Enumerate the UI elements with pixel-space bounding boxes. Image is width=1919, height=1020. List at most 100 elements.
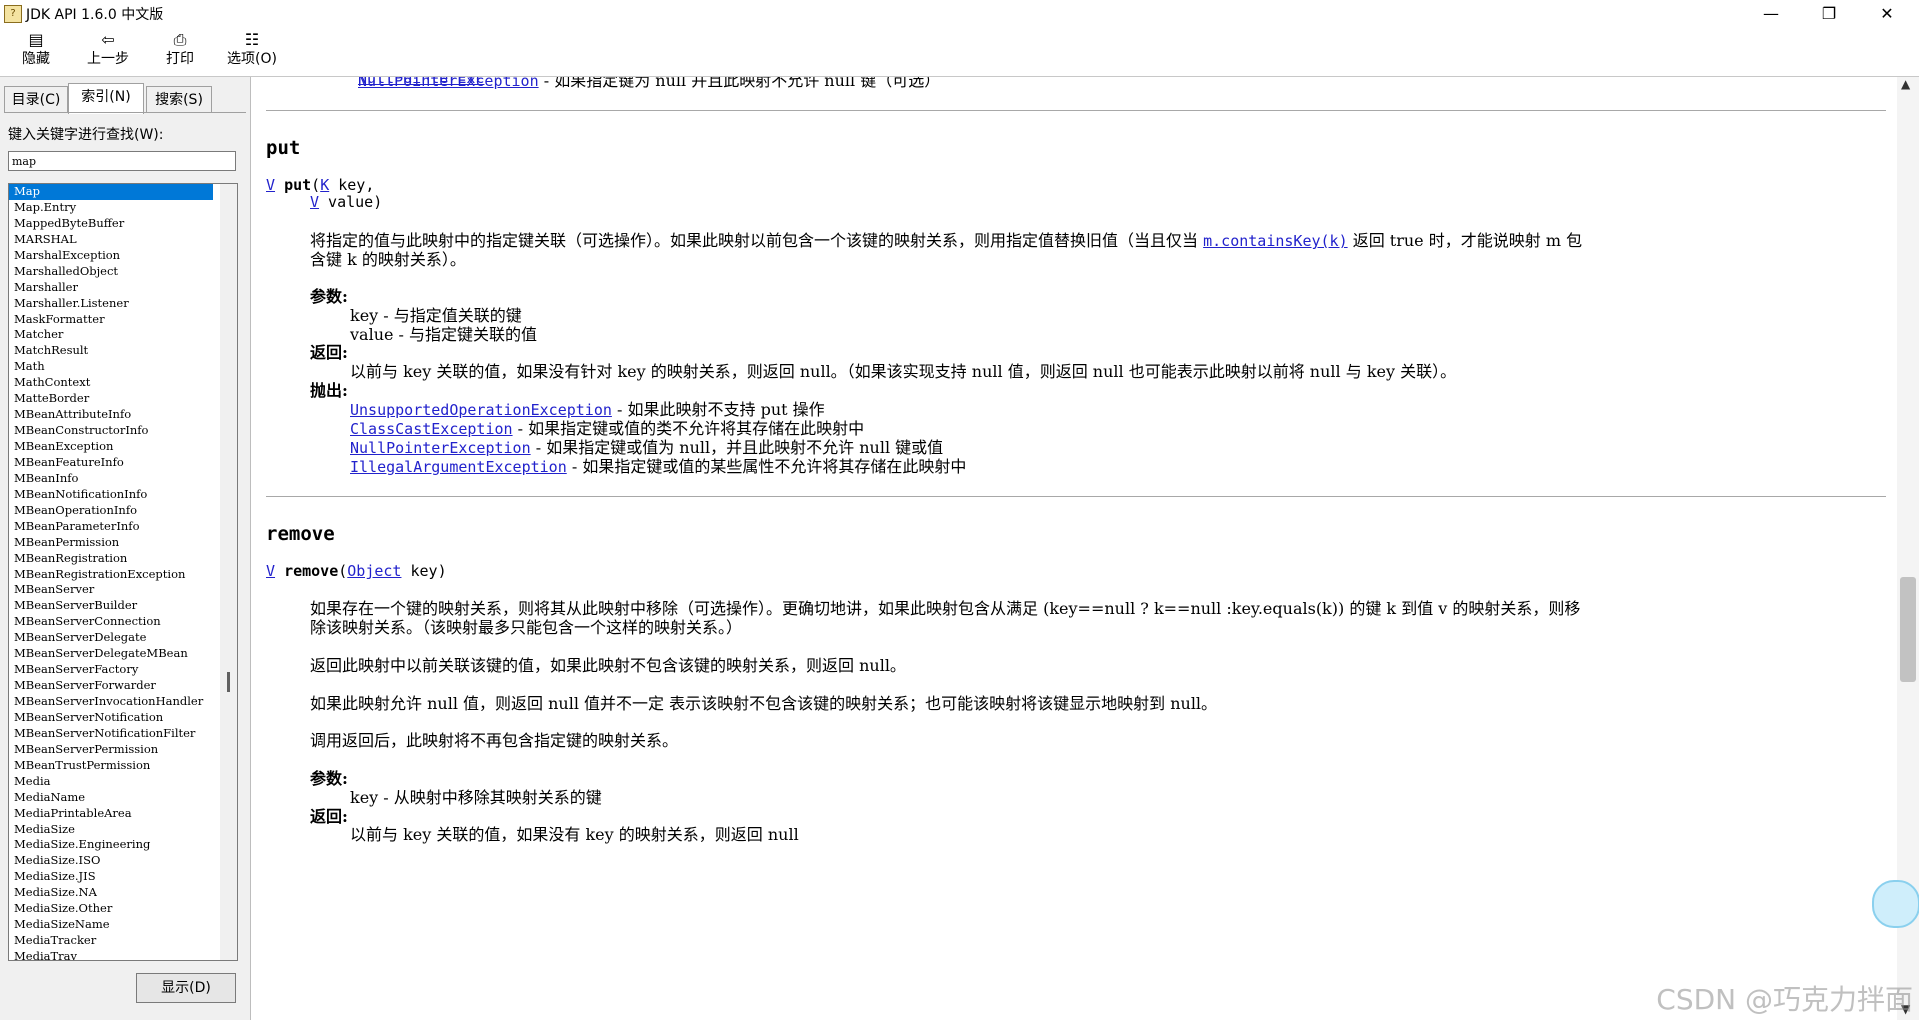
- index-list-item[interactable]: MBeanServer: [9, 582, 237, 598]
- index-list-item[interactable]: MaskFormatter: [9, 312, 237, 328]
- chat-assistant-icon[interactable]: [1872, 880, 1919, 928]
- index-list-item[interactable]: MBeanParameterInfo: [9, 519, 237, 535]
- help-book-icon: ?: [4, 5, 22, 23]
- index-list[interactable]: Map Map.Entry MappedByteBuffer MARSHAL Marsh…: [8, 183, 238, 961]
- scroll-up-icon[interactable]: ▲: [1901, 77, 1910, 91]
- index-list-item[interactable]: MBeanServerBuilder: [9, 598, 237, 614]
- index-list-item[interactable]: MarshalException: [9, 248, 237, 264]
- toolbar: ▤ 隐藏 ⇦ 上一步 ⎙ 打印 ☷ 选项(O): [0, 28, 1919, 77]
- index-list-item[interactable]: MBeanServerDelegateMBean: [9, 646, 237, 662]
- index-list-item[interactable]: Media: [9, 774, 237, 790]
- index-list-item[interactable]: MBeanNotificationInfo: [9, 487, 237, 503]
- printer-icon: ⎙: [173, 30, 187, 49]
- put-throws-label: 抛出:: [310, 381, 348, 400]
- index-list-item[interactable]: Marshaller: [9, 280, 237, 296]
- index-list-item[interactable]: MBeanRegistration: [9, 551, 237, 567]
- index-list-item[interactable]: MBeanFeatureInfo: [9, 455, 237, 471]
- minimize-icon[interactable]: —: [1742, 0, 1800, 28]
- put-signature-1: V put(K key,: [266, 176, 375, 194]
- index-list-item[interactable]: MBeanServerForwarder: [9, 678, 237, 694]
- index-list-item[interactable]: MathContext: [9, 375, 237, 391]
- index-list-item[interactable]: MBeanTrustPermission: [9, 758, 237, 774]
- index-list-item[interactable]: MediaSize: [9, 822, 237, 838]
- index-list-item[interactable]: MediaName: [9, 790, 237, 806]
- link-type-v[interactable]: V: [266, 176, 275, 194]
- index-list-item[interactable]: Marshaller.Listener: [9, 296, 237, 312]
- back-button[interactable]: ⇦ 上一步: [80, 30, 136, 68]
- put-description-line1: 将指定的值与此映射中的指定键关联（可选操作）。如果此映射以前包含一个该键的映射关…: [310, 231, 1583, 250]
- index-list-item[interactable]: MappedByteBuffer: [9, 216, 237, 232]
- index-list-item[interactable]: MBeanInfo: [9, 471, 237, 487]
- window-title: JDK API 1.6.0 中文版: [26, 7, 164, 23]
- navigation-pane: 目录(C) 索引(N) 搜索(S) 键入关键字进行查找(W): map Map M…: [0, 77, 251, 1020]
- put-heading: put: [266, 137, 301, 159]
- link-illegalargumentexception[interactable]: IllegalArgumentException: [350, 458, 567, 476]
- index-list-item[interactable]: MediaSize.NA: [9, 885, 237, 901]
- index-list-item[interactable]: MediaTracker: [9, 933, 237, 949]
- index-list-item[interactable]: MatteBorder: [9, 391, 237, 407]
- index-list-item[interactable]: MBeanServerNotification: [9, 710, 237, 726]
- keyword-input[interactable]: map: [8, 151, 236, 171]
- index-list-item[interactable]: MBeanServerConnection: [9, 614, 237, 630]
- tab-index[interactable]: 索引(N): [68, 83, 144, 114]
- content-scrollbar[interactable]: ▲ ▼: [1897, 77, 1919, 1020]
- index-list-item[interactable]: MediaTray: [9, 949, 237, 960]
- put-throws-4: IllegalArgumentException - 如果指定键或值的某些属性不…: [350, 457, 967, 476]
- index-list-item[interactable]: MatchResult: [9, 343, 237, 359]
- index-list-item[interactable]: MediaPrintableArea: [9, 806, 237, 822]
- link-type-v3[interactable]: V: [266, 562, 275, 580]
- tab-divider: [4, 112, 246, 113]
- index-list-item[interactable]: MediaSize.Engineering: [9, 837, 237, 853]
- remove-returns-text: 以前与 key 关联的值，如果没有 key 的映射关系，则返回 null: [350, 825, 799, 844]
- index-list-item[interactable]: MBeanAttributeInfo: [9, 407, 237, 423]
- index-list-item[interactable]: MBeanServerNotificationFilter: [9, 726, 237, 742]
- put-signature-2: V value): [310, 193, 383, 211]
- hide-button[interactable]: ▤ 隐藏: [16, 30, 56, 68]
- index-list-item[interactable]: MBeanServerFactory: [9, 662, 237, 678]
- index-scroll-thumb[interactable]: [227, 672, 230, 692]
- link-top-npe[interactable]: NullPointerException: [358, 77, 539, 90]
- options-button[interactable]: ☷ 选项(O): [224, 30, 280, 68]
- index-list-item[interactable]: MBeanRegistrationException: [9, 567, 237, 583]
- options-icon: ☷: [244, 30, 260, 49]
- remove-desc-line2: 除该映射关系。（该映射最多只能包含一个这样的映射关系。）: [310, 618, 743, 637]
- back-arrow-icon: ⇦: [101, 30, 115, 49]
- index-list-item[interactable]: MediaSize.ISO: [9, 853, 237, 869]
- restore-icon[interactable]: ❐: [1800, 0, 1858, 28]
- link-object[interactable]: Object: [347, 562, 401, 580]
- index-list-item[interactable]: MediaSizeName: [9, 917, 237, 933]
- index-list-item[interactable]: Map.Entry: [9, 200, 237, 216]
- index-list-item[interactable]: MediaSize.JIS: [9, 869, 237, 885]
- index-list-item[interactable]: Map: [9, 184, 213, 200]
- remove-signature: V remove(Object key): [266, 562, 447, 580]
- index-list-item[interactable]: Math: [9, 359, 237, 375]
- close-icon[interactable]: ✕: [1858, 0, 1916, 28]
- index-list-item[interactable]: MARSHAL: [9, 232, 237, 248]
- title-bar: ? JDK API 1.6.0 中文版 — ❐ ✕: [0, 0, 1919, 28]
- link-type-v2[interactable]: V: [310, 193, 319, 211]
- remove-heading: remove: [266, 523, 335, 545]
- link-type-k[interactable]: K: [320, 176, 329, 194]
- tab-contents[interactable]: 目录(C): [4, 86, 68, 113]
- remove-returns-label: 返回:: [310, 807, 348, 826]
- index-list-item[interactable]: MBeanPermission: [9, 535, 237, 551]
- remove-param-key: key - 从映射中移除其映射关系的键: [350, 788, 602, 807]
- index-list-item[interactable]: MBeanServerPermission: [9, 742, 237, 758]
- index-list-item[interactable]: MBeanConstructorInfo: [9, 423, 237, 439]
- put-returns-text: 以前与 key 关联的值，如果没有针对 key 的映射关系，则返回 null。（…: [350, 362, 1457, 381]
- index-list-item[interactable]: MBeanException: [9, 439, 237, 455]
- index-list-item[interactable]: MBeanServerDelegate: [9, 630, 237, 646]
- show-button[interactable]: 显示(D): [136, 973, 236, 1003]
- link-containskey[interactable]: m.containsKey(k): [1203, 232, 1348, 250]
- index-list-item[interactable]: MediaSize.Other: [9, 901, 237, 917]
- content-scroll-thumb[interactable]: [1900, 577, 1916, 682]
- index-list-item[interactable]: MarshalledObject: [9, 264, 237, 280]
- print-button[interactable]: ⎙ 打印: [160, 30, 200, 68]
- hide-pane-icon: ▤: [28, 30, 44, 49]
- index-list-item[interactable]: Matcher: [9, 327, 237, 343]
- index-scrollbar[interactable]: [220, 184, 237, 960]
- index-list-item[interactable]: MBeanServerInvocationHandler: [9, 694, 237, 710]
- tab-search[interactable]: 搜索(S): [146, 86, 212, 113]
- put-returns-label: 返回:: [310, 343, 348, 362]
- index-list-item[interactable]: MBeanOperationInfo: [9, 503, 237, 519]
